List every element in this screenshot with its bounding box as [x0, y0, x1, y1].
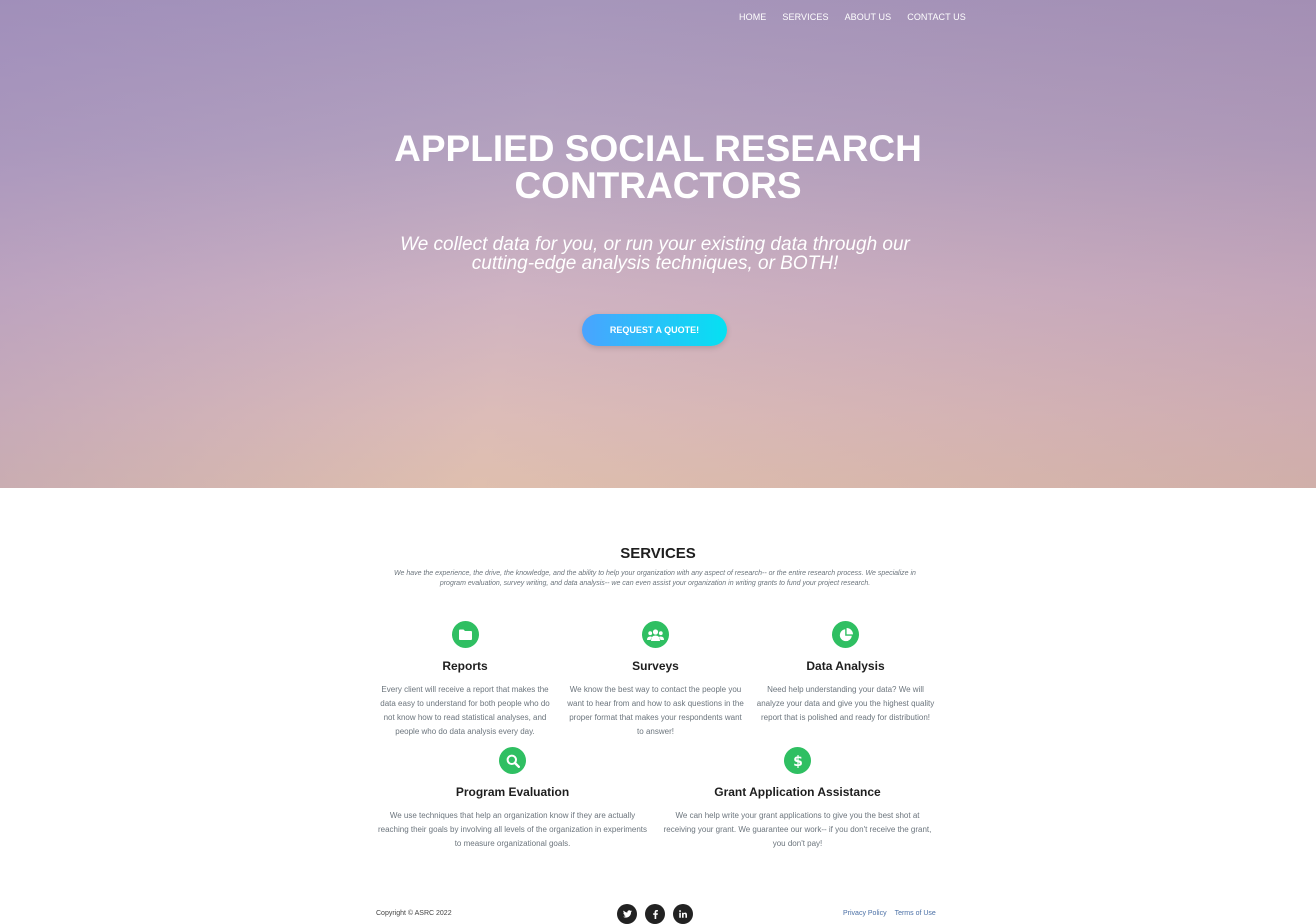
service-name: Grant Application Assistance — [714, 785, 881, 799]
hero-title: APPLIED SOCIAL RESEARCH CONTRACTORS — [0, 130, 1316, 204]
service-card-surveys: Surveys We know the best way to contact … — [565, 621, 746, 739]
service-name: Data Analysis — [806, 659, 885, 673]
top-nav: HOME SERVICES ABOUT US CONTACT US — [739, 12, 982, 22]
facebook-icon[interactable] — [645, 904, 665, 924]
services-description: We have the experience, the drive, the k… — [394, 570, 916, 587]
service-text: We know the best way to contact the peop… — [567, 685, 744, 736]
hero-section: HOME SERVICES ABOUT US CONTACT US APPLIE… — [0, 0, 1316, 488]
terms-of-use-link[interactable]: Terms of Use — [895, 910, 936, 917]
service-name: Reports — [442, 659, 488, 673]
pie-chart-icon — [832, 621, 859, 648]
nav-contact-us[interactable]: CONTACT US — [907, 12, 966, 22]
service-card-program-evaluation: Program Evaluation We use techniques tha… — [376, 747, 649, 851]
hero-subtitle: We collect data for you, or run your exi… — [400, 234, 910, 274]
hero-title-line2: CONTRACTORS — [514, 165, 802, 206]
hero-title-line1: APPLIED SOCIAL RESEARCH — [394, 128, 922, 169]
service-name: Surveys — [632, 659, 679, 673]
service-card-reports: Reports Every client will receive a repo… — [378, 621, 552, 739]
privacy-policy-link[interactable]: Privacy Policy — [843, 910, 887, 917]
service-card-data-analysis: Data Analysis Need help understanding yo… — [755, 621, 936, 725]
folder-icon — [451, 621, 479, 648]
service-text: We can help write your grant application… — [663, 811, 932, 848]
linkedin-icon[interactable] — [673, 904, 693, 924]
search-icon — [499, 747, 526, 774]
service-name: Program Evaluation — [455, 785, 570, 799]
dollar-icon: $ — [784, 747, 811, 774]
svg-text:$: $ — [793, 754, 803, 769]
footer-copyright: Copyright © ASRC 2022 — [376, 910, 452, 917]
service-text: We use techniques that help an organizat… — [377, 811, 648, 848]
request-quote-button[interactable]: REQUEST A QUOTE! — [582, 314, 727, 346]
users-icon — [642, 621, 669, 648]
footer-links: Privacy Policy Terms of Use — [843, 910, 944, 917]
service-card-grant-application: $ Grant Application Assistance We can he… — [661, 747, 934, 851]
nav-services[interactable]: SERVICES — [782, 12, 828, 22]
twitter-icon[interactable] — [617, 904, 637, 924]
services-title: SERVICES — [620, 545, 696, 562]
service-text: Need help understanding your data? We wi… — [756, 685, 935, 722]
nav-home[interactable]: HOME — [739, 12, 766, 22]
nav-about-us[interactable]: ABOUT US — [845, 12, 892, 22]
service-text: Every client will receive a report that … — [380, 685, 550, 736]
